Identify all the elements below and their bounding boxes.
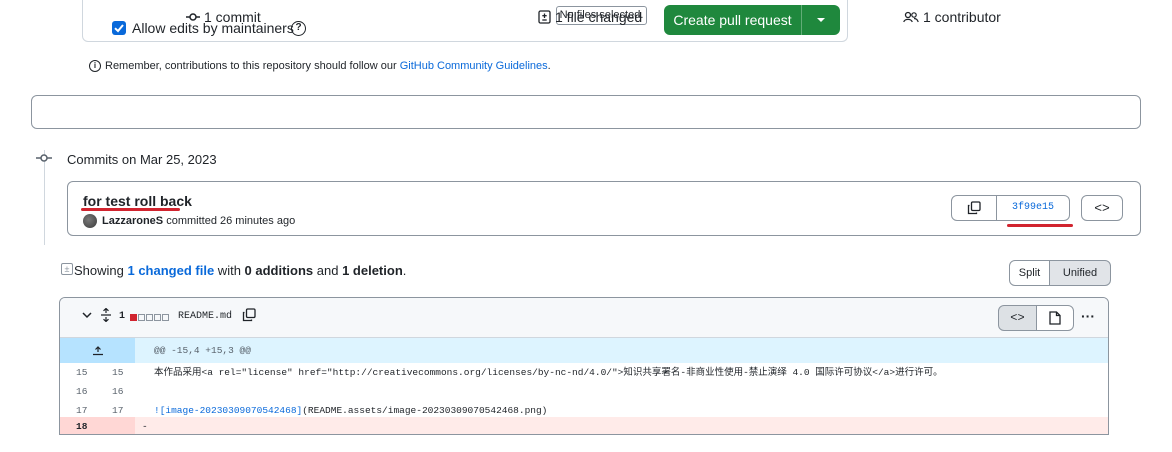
contributors-tab[interactable]: 1 contributor xyxy=(903,9,1001,25)
people-icon xyxy=(903,11,919,23)
old-line-number[interactable]: 18 xyxy=(76,417,106,434)
contributors-count: 1 contributor xyxy=(923,9,1001,25)
diffstat-neutral-block xyxy=(138,314,145,321)
copy-icon xyxy=(967,201,981,215)
commit-meta: LazzaroneS committed 26 minutes ago xyxy=(102,215,295,227)
commit-time: committed 26 minutes ago xyxy=(166,215,296,227)
annotation-underline xyxy=(81,208,180,211)
old-line-number[interactable]: 15 xyxy=(76,363,106,382)
create-pull-request-label[interactable]: Create pull request xyxy=(664,5,802,35)
diff-line: 16 16 xyxy=(60,382,1108,401)
code-icon: <> xyxy=(1010,311,1025,325)
files-changed-count: 1 file changed xyxy=(555,9,643,25)
commits-date-heading: Commits on Mar 25, 2023 xyxy=(67,152,217,167)
diffstat-neutral-block xyxy=(146,314,153,321)
copy-icon[interactable] xyxy=(242,308,256,325)
diff-file: 1 README.md <> ··· @@ -15,4 +15,3 @@ 15 … xyxy=(59,297,1109,435)
contribution-reminder: Remember, contributions to this reposito… xyxy=(105,60,551,72)
commit-icon xyxy=(36,154,52,162)
diff-line-deletion: 18 - xyxy=(60,417,1108,434)
file-icon xyxy=(1049,311,1061,325)
commit-icon xyxy=(186,13,200,21)
copy-sha-button[interactable] xyxy=(951,195,997,221)
diff-line: 15 15 本作品采用<a rel="license" href="http:/… xyxy=(60,363,1108,382)
diffstat-deletion-block xyxy=(130,314,137,321)
reminder-text: Remember, contributions to this reposito… xyxy=(105,60,397,72)
unified-view-button[interactable]: Unified xyxy=(1049,260,1111,286)
diff-hunk-header: @@ -15,4 +15,3 @@ xyxy=(60,338,1108,363)
create-pull-request-button[interactable]: Create pull request xyxy=(664,5,840,35)
info-icon: i xyxy=(89,60,101,72)
chevron-down-icon[interactable] xyxy=(802,5,840,35)
diff-line-image-ref: ![image-20230309070542468] xyxy=(154,405,303,416)
diff-change-count: 1 xyxy=(119,311,126,322)
code-icon: <> xyxy=(1094,200,1110,216)
additions-count: 0 additions xyxy=(244,263,314,278)
allow-edits-checkbox[interactable] xyxy=(112,21,126,35)
community-guidelines-link[interactable]: GitHub Community Guidelines xyxy=(400,60,548,72)
diff-stats-text: Showing 1 changed file with 0 additions … xyxy=(74,263,406,278)
kebab-menu-icon[interactable]: ··· xyxy=(1081,308,1095,324)
file-diff-icon: ± xyxy=(61,263,73,275)
changed-files-toggle[interactable]: 1 changed file xyxy=(127,263,214,278)
diffstat-bars xyxy=(130,314,169,321)
commit-author-link[interactable]: LazzaroneS xyxy=(102,215,163,227)
files-changed-tab[interactable]: 1 file changed xyxy=(538,9,642,25)
diffstat-neutral-block xyxy=(154,314,161,321)
timeline-line xyxy=(44,150,45,245)
showing-mid: with xyxy=(214,263,245,278)
reminder-suffix: . xyxy=(547,60,551,72)
avatar[interactable] xyxy=(83,214,97,228)
commit-title-link[interactable]: for test roll back xyxy=(83,193,192,209)
diff-line-image-path: (README.assets/image-20230309070542468.p… xyxy=(302,405,548,416)
showing-suffix: . xyxy=(402,263,407,278)
annotation-underline xyxy=(1007,224,1073,227)
diff-line-code: - xyxy=(142,421,148,432)
expand-all-icon[interactable] xyxy=(100,307,112,325)
question-icon[interactable]: ? xyxy=(291,21,306,36)
expand-up-icon[interactable] xyxy=(60,338,135,363)
new-line-number[interactable]: 16 xyxy=(112,382,142,401)
diff-file-header: 1 README.md <> ··· xyxy=(60,298,1108,338)
showing-and: and xyxy=(313,263,343,278)
file-diff-icon xyxy=(538,10,551,24)
rich-view-button[interactable] xyxy=(1036,305,1074,331)
commit-sha-link[interactable]: 3f99e15 xyxy=(996,195,1070,221)
commits-count: 1 commit xyxy=(204,9,261,25)
compare-summary-bar xyxy=(31,95,1141,129)
diff-file-name[interactable]: README.md xyxy=(178,311,232,322)
source-view-button[interactable]: <> xyxy=(998,305,1037,331)
chevron-down-icon[interactable] xyxy=(81,309,93,324)
hunk-header-text: @@ -15,4 +15,3 @@ xyxy=(154,345,251,356)
showing-prefix: Showing xyxy=(74,263,128,278)
commits-tab[interactable]: 1 commit xyxy=(186,9,261,25)
old-line-number[interactable]: 16 xyxy=(76,382,106,401)
deletions-count: 1 deletion xyxy=(342,263,403,278)
new-line-number[interactable]: 15 xyxy=(112,363,142,382)
browse-repo-button[interactable]: <> xyxy=(1081,195,1123,221)
diff-line-code: 本作品采用<a rel="license" href="http://creat… xyxy=(154,367,943,378)
diffstat-neutral-block xyxy=(162,314,169,321)
split-view-button[interactable]: Split xyxy=(1009,260,1050,286)
